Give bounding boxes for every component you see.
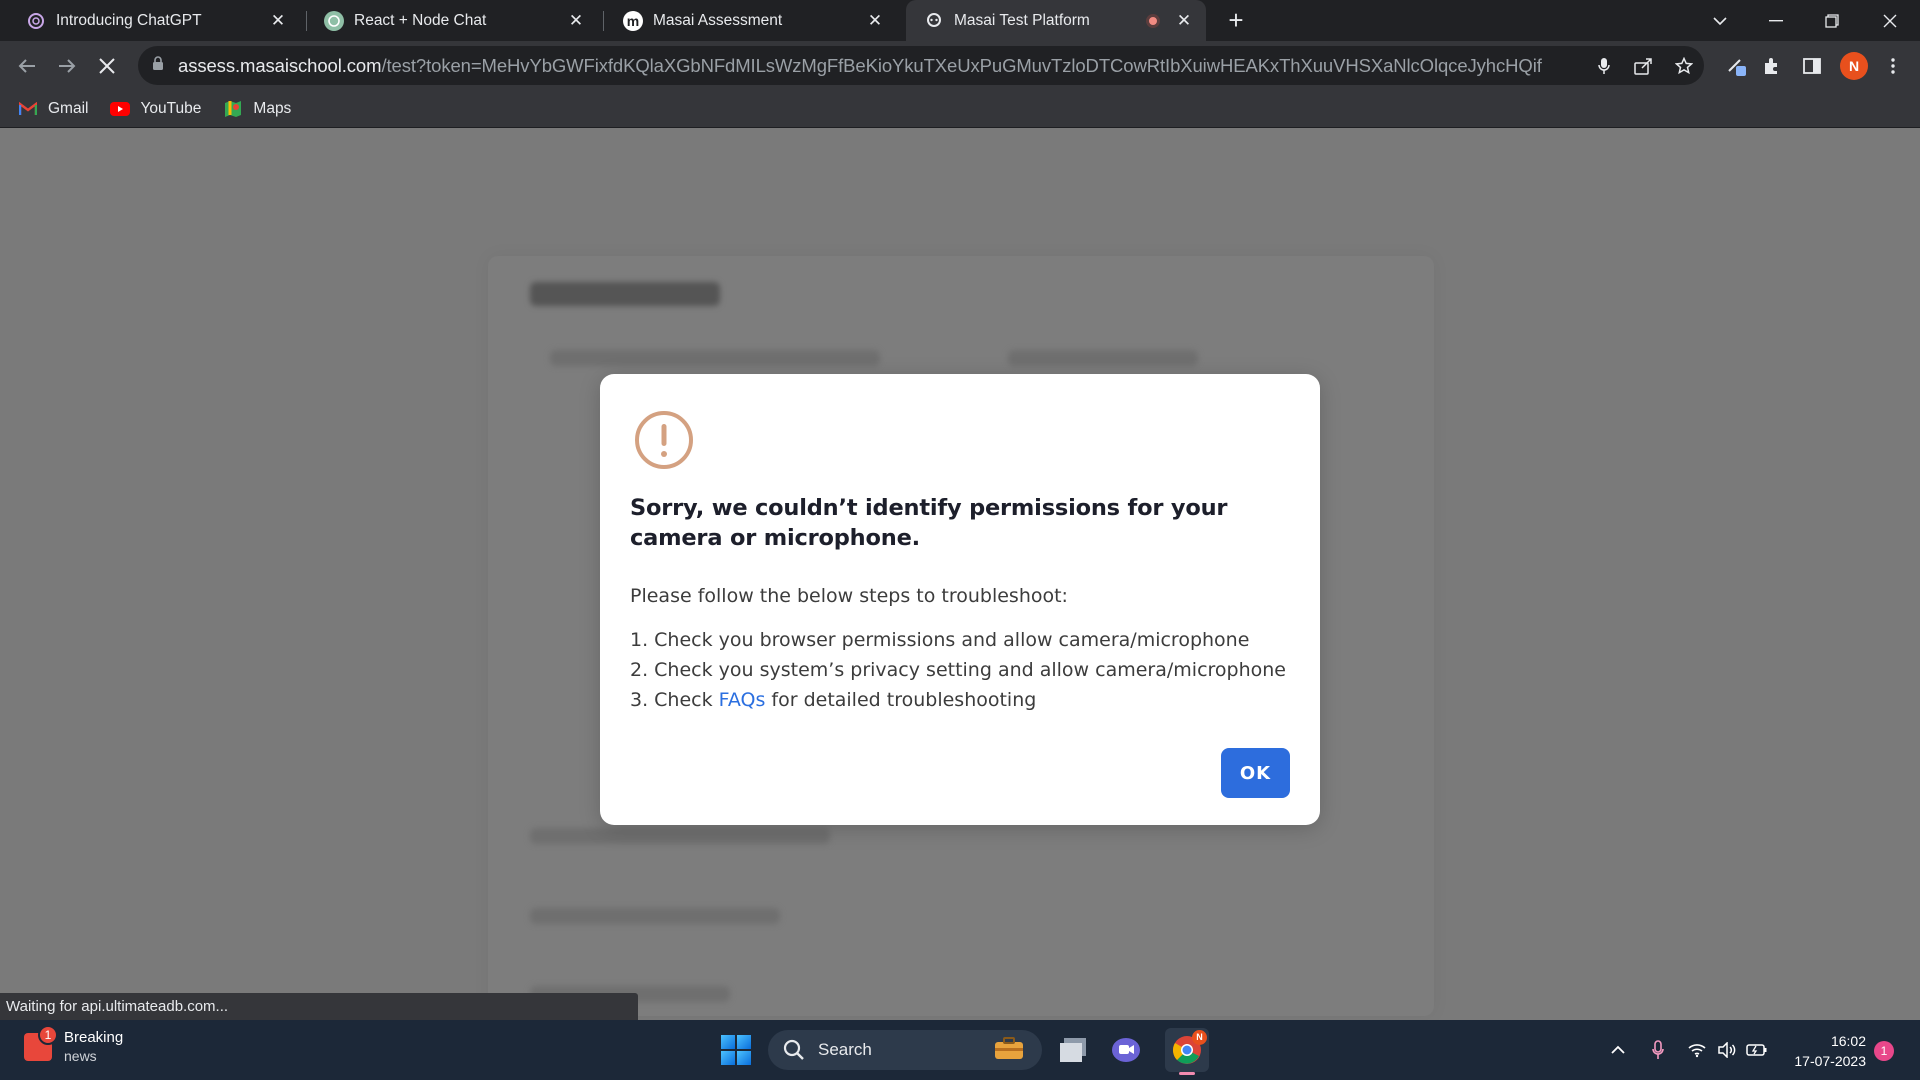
microphone-in-use-icon[interactable] (1645, 1035, 1671, 1065)
window-close-icon[interactable] (1862, 0, 1918, 41)
menu-kebab-icon[interactable] (1878, 51, 1908, 81)
dialog-title: Sorry, we couldn’t identify permissions … (630, 495, 1228, 551)
taskbar-clock[interactable]: 16:02 17-07-2023 (1782, 1031, 1866, 1071)
active-app-indicator (1179, 1072, 1195, 1075)
bookmark-maps[interactable]: Maps (223, 100, 291, 118)
news-subtitle: news (64, 1048, 97, 1064)
bookmark-label: Maps (253, 99, 292, 117)
news-widget[interactable]: 1 Breaking news (24, 1025, 124, 1066)
bookmark-youtube[interactable]: YouTube (110, 100, 201, 118)
openai-favicon-icon (324, 10, 344, 31)
url-host: assess.masaischool.com (178, 54, 382, 76)
file-explorer-icon[interactable] (1055, 1032, 1091, 1068)
bookmark-gmail[interactable]: Gmail (18, 100, 88, 118)
forward-arrow-icon[interactable] (52, 51, 82, 81)
loading-status-bubble: Waiting for api.ultimateadb.com... (0, 993, 638, 1020)
windows-start-icon[interactable] (721, 1035, 751, 1065)
new-tab-plus-icon[interactable]: + (1222, 6, 1250, 34)
battery-charging-icon[interactable] (1744, 1035, 1770, 1065)
news-badge: 1 (38, 1025, 58, 1045)
bookmarks-bar: Gmail YouTube Maps (0, 90, 1920, 128)
tab-title: Masai Assessment (653, 11, 783, 29)
tab-title: React + Node Chat (354, 11, 487, 29)
tab-title: Masai Test Platform (954, 11, 1090, 29)
step-item: 1. Check you browser permissions and all… (630, 629, 1250, 651)
lock-icon[interactable] (152, 56, 166, 75)
tab-masai-assessment[interactable]: m Masai Assessment ✕ (597, 0, 897, 41)
blurred-line (1008, 350, 1198, 366)
tab-masai-test-platform[interactable]: Masai Test Platform ✕ (906, 0, 1206, 41)
tab-strip: Introducing ChatGPT ✕ React + Node Chat … (0, 0, 1920, 41)
clock-date: 17-07-2023 (1794, 1053, 1866, 1069)
ok-button[interactable]: OK (1221, 748, 1290, 798)
teams-chat-icon[interactable] (1108, 1032, 1144, 1068)
briefcase-icon (994, 1036, 1024, 1065)
tab-close-icon[interactable]: ✕ (268, 11, 288, 31)
faqs-link[interactable]: FAQs (719, 689, 766, 711)
tab-search-chevron-icon[interactable] (1692, 0, 1748, 41)
step-item: 2. Check you system’s privacy setting an… (630, 659, 1286, 681)
minimize-icon[interactable] (1748, 0, 1804, 41)
notification-badge[interactable]: 1 (1874, 1041, 1894, 1061)
troubleshoot-steps: 1. Check you browser permissions and all… (630, 625, 1286, 715)
url-path: /test?token=MeHvYbGWFixfdKQlaXGbNFdMILsW… (381, 54, 1542, 76)
microphone-icon[interactable] (1584, 46, 1624, 85)
blurred-line (530, 908, 780, 924)
blurred-line (530, 828, 830, 844)
recording-indicator-icon (1146, 13, 1160, 28)
blurred-line (550, 350, 880, 366)
tab-react-node-chat[interactable]: React + Node Chat ✕ (298, 0, 598, 41)
bookmark-star-icon[interactable] (1664, 46, 1704, 85)
step-suffix: for detailed troubleshooting (765, 689, 1037, 711)
bookmark-label: Gmail (48, 99, 89, 117)
gmail-icon (18, 101, 38, 117)
maps-icon (223, 100, 243, 117)
taskbar-search-label: Search (818, 1040, 872, 1059)
masai-favicon-icon: m (623, 10, 643, 31)
tab-title: Introducing ChatGPT (56, 11, 202, 29)
volume-icon[interactable] (1714, 1035, 1740, 1065)
bookmark-label: YouTube (140, 99, 202, 117)
wifi-icon[interactable] (1684, 1035, 1710, 1065)
browser-toolbar: assess.masaischool.com/test?token=MeHvYb… (0, 41, 1920, 90)
warning-icon (635, 411, 693, 469)
side-panel-icon[interactable] (1797, 51, 1827, 81)
chrome-profile-badge: N (1192, 1030, 1207, 1045)
url-text[interactable]: assess.masaischool.com/test?token=MeHvYb… (178, 55, 1584, 77)
show-hidden-icons-chevron-icon[interactable] (1605, 1035, 1631, 1065)
chatgpt-favicon-icon (26, 11, 46, 31)
windows-taskbar: 1 Breaking news Search N 16:02 17-07-202… (0, 1020, 1920, 1080)
permissions-error-dialog: Sorry, we couldn’t identify permissions … (600, 374, 1320, 825)
masai-test-favicon-icon (924, 11, 944, 31)
tab-close-icon[interactable]: ✕ (1174, 11, 1194, 31)
page-backdrop-overlay: Sorry, we couldn’t identify permissions … (0, 128, 1920, 1020)
tab-close-icon[interactable]: ✕ (865, 11, 885, 31)
youtube-icon (110, 101, 131, 117)
clock-time: 16:02 (1830, 1033, 1866, 1049)
news-title: Breaking (64, 1029, 124, 1046)
profile-avatar[interactable]: N (1840, 52, 1868, 80)
step-prefix: 3. Check (630, 689, 719, 711)
share-icon[interactable] (1624, 46, 1664, 85)
stop-loading-icon[interactable] (92, 51, 122, 81)
search-icon (783, 1039, 804, 1060)
news-icon: 1 (24, 1025, 58, 1061)
back-arrow-icon[interactable] (12, 51, 42, 81)
dialog-intro: Please follow the below steps to trouble… (630, 585, 1068, 607)
extension-pen-icon[interactable] (1722, 51, 1752, 81)
chrome-taskbar-icon[interactable]: N (1165, 1028, 1209, 1075)
blurred-heading (530, 282, 720, 306)
extensions-puzzle-icon[interactable] (1757, 51, 1787, 81)
taskbar-search[interactable]: Search (768, 1030, 1042, 1070)
address-bar[interactable]: assess.masaischool.com/test?token=MeHvYb… (138, 46, 1704, 85)
restore-icon[interactable] (1804, 0, 1860, 41)
tab-close-icon[interactable]: ✕ (566, 11, 586, 31)
tab-introducing-chatgpt[interactable]: Introducing ChatGPT ✕ (0, 0, 300, 41)
step-item: 3. Check FAQs for detailed troubleshooti… (630, 685, 1286, 715)
